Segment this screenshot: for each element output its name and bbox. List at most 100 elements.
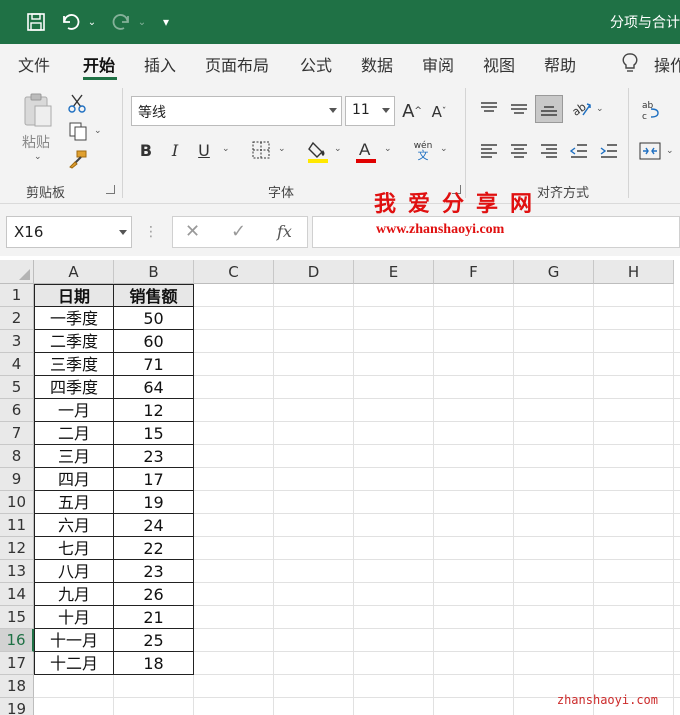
paste-dropdown-icon[interactable]: ⌄ xyxy=(34,152,42,162)
align-left-icon[interactable] xyxy=(478,140,500,162)
row-header-18[interactable]: 18 xyxy=(0,675,34,698)
table-cell[interactable]: 23 xyxy=(114,560,194,583)
enter-icon[interactable]: ✓ xyxy=(231,221,246,242)
underline-dropdown-icon[interactable]: ⌄ xyxy=(222,144,230,154)
table-cell[interactable]: 22 xyxy=(114,537,194,560)
table-cell[interactable]: 18 xyxy=(114,652,194,675)
align-top-icon[interactable] xyxy=(478,98,500,120)
cancel-icon[interactable]: ✕ xyxy=(185,221,200,242)
insert-function-icon[interactable]: fx xyxy=(277,222,292,241)
format-painter-icon[interactable] xyxy=(66,148,90,170)
phonetic-guide-icon[interactable]: wén 文 xyxy=(410,136,436,166)
select-all-button[interactable] xyxy=(0,260,34,284)
column-header-g[interactable]: G xyxy=(514,260,594,284)
row-header-13[interactable]: 13 xyxy=(0,560,34,583)
table-cell[interactable]: 64 xyxy=(114,376,194,399)
tab-view[interactable]: 视图 xyxy=(483,52,515,76)
table-cell[interactable]: 一月 xyxy=(34,399,114,422)
bold-icon[interactable]: B xyxy=(136,138,156,162)
underline-icon[interactable]: U xyxy=(195,138,213,162)
decrease-indent-icon[interactable] xyxy=(568,140,590,162)
row-header-10[interactable]: 10 xyxy=(0,491,34,514)
align-right-icon[interactable] xyxy=(538,140,560,162)
copy-dropdown-icon[interactable]: ⌄ xyxy=(94,126,102,136)
row-header-4[interactable]: 4 xyxy=(0,353,34,376)
table-cell[interactable]: 四季度 xyxy=(34,376,114,399)
row-header-7[interactable]: 7 xyxy=(0,422,34,445)
wrap-text-icon[interactable]: ab c xyxy=(640,98,662,122)
borders-icon[interactable] xyxy=(250,139,272,161)
table-cell[interactable]: 25 xyxy=(114,629,194,652)
row-header-1[interactable]: 1 xyxy=(0,284,34,307)
cut-icon[interactable] xyxy=(66,92,88,114)
row-header-9[interactable]: 9 xyxy=(0,468,34,491)
table-cell[interactable]: 19 xyxy=(114,491,194,514)
table-cell[interactable]: 六月 xyxy=(34,514,114,537)
tab-home[interactable]: 开始 xyxy=(83,52,115,76)
fill-color-dropdown-icon[interactable]: ⌄ xyxy=(334,144,342,154)
paste-label[interactable]: 粘贴 xyxy=(22,132,50,152)
merge-dropdown-icon[interactable]: ⌄ xyxy=(666,146,674,156)
table-cell[interactable]: 三月 xyxy=(34,445,114,468)
table-header-cell[interactable]: 日期 xyxy=(34,284,114,307)
copy-icon[interactable] xyxy=(66,120,90,142)
tab-insert[interactable]: 插入 xyxy=(144,52,176,76)
tab-review[interactable]: 审阅 xyxy=(422,52,454,76)
paste-icon[interactable] xyxy=(20,92,56,128)
font-name-select[interactable]: 等线 xyxy=(131,96,342,126)
row-header-6[interactable]: 6 xyxy=(0,399,34,422)
table-cell[interactable]: 15 xyxy=(114,422,194,445)
font-size-select[interactable]: 11 xyxy=(345,96,395,126)
table-cell[interactable]: 12 xyxy=(114,399,194,422)
align-bottom-icon[interactable] xyxy=(535,95,563,123)
table-cell[interactable]: 四月 xyxy=(34,468,114,491)
orientation-icon[interactable]: ab xyxy=(570,98,594,120)
tab-file[interactable]: 文件 xyxy=(18,52,50,76)
table-cell[interactable]: 71 xyxy=(114,353,194,376)
font-color-dropdown-icon[interactable]: ⌄ xyxy=(384,144,392,154)
undo-dropdown-icon[interactable]: ⌄ xyxy=(86,10,98,34)
table-cell[interactable]: 17 xyxy=(114,468,194,491)
table-cell[interactable]: 60 xyxy=(114,330,194,353)
row-header-15[interactable]: 15 xyxy=(0,606,34,629)
row-header-2[interactable]: 2 xyxy=(0,307,34,330)
row-header-3[interactable]: 3 xyxy=(0,330,34,353)
row-header-5[interactable]: 5 xyxy=(0,376,34,399)
font-color-icon[interactable]: A xyxy=(354,138,378,164)
column-header-b[interactable]: B xyxy=(114,260,194,284)
spreadsheet-grid[interactable]: A B C D E F G H 1 2 3 4 5 6 7 8 9 10 11 12 13 14 15 16 17 18 19 日期销… xyxy=(0,260,680,715)
redo-dropdown-icon[interactable]: ⌄ xyxy=(136,10,148,34)
table-cell[interactable]: 21 xyxy=(114,606,194,629)
decrease-font-size-icon[interactable]: Aˇ xyxy=(428,100,450,124)
table-cell[interactable]: 十一月 xyxy=(34,629,114,652)
redo-icon[interactable] xyxy=(108,10,134,34)
name-box[interactable]: X16 xyxy=(6,216,132,248)
column-header-f[interactable]: F xyxy=(434,260,514,284)
table-cell[interactable]: 九月 xyxy=(34,583,114,606)
row-header-19[interactable]: 19 xyxy=(0,698,34,715)
table-cell[interactable]: 23 xyxy=(114,445,194,468)
row-header-8[interactable]: 8 xyxy=(0,445,34,468)
align-center-icon[interactable] xyxy=(508,140,530,162)
table-cell[interactable]: 三季度 xyxy=(34,353,114,376)
align-middle-icon[interactable] xyxy=(508,98,530,120)
undo-icon[interactable] xyxy=(58,10,84,34)
table-cell[interactable]: 七月 xyxy=(34,537,114,560)
tab-formulas[interactable]: 公式 xyxy=(300,52,332,76)
row-header-11[interactable]: 11 xyxy=(0,514,34,537)
table-cell[interactable]: 十二月 xyxy=(34,652,114,675)
italic-icon[interactable]: I xyxy=(166,138,184,162)
customize-toolbar-icon[interactable]: ▾ xyxy=(158,10,174,34)
orientation-dropdown-icon[interactable]: ⌄ xyxy=(596,104,604,114)
table-cell[interactable]: 24 xyxy=(114,514,194,537)
table-cell[interactable]: 十月 xyxy=(34,606,114,629)
column-header-c[interactable]: C xyxy=(194,260,274,284)
tell-me-label[interactable]: 操作 xyxy=(654,52,680,76)
phonetic-dropdown-icon[interactable]: ⌄ xyxy=(440,144,448,154)
fill-color-icon[interactable] xyxy=(306,138,330,164)
tab-help[interactable]: 帮助 xyxy=(544,52,576,76)
clipboard-launcher-icon[interactable] xyxy=(106,185,115,194)
increase-font-size-icon[interactable]: A ^ xyxy=(400,98,424,124)
row-header-12[interactable]: 12 xyxy=(0,537,34,560)
row-header-16[interactable]: 16 xyxy=(0,629,34,652)
